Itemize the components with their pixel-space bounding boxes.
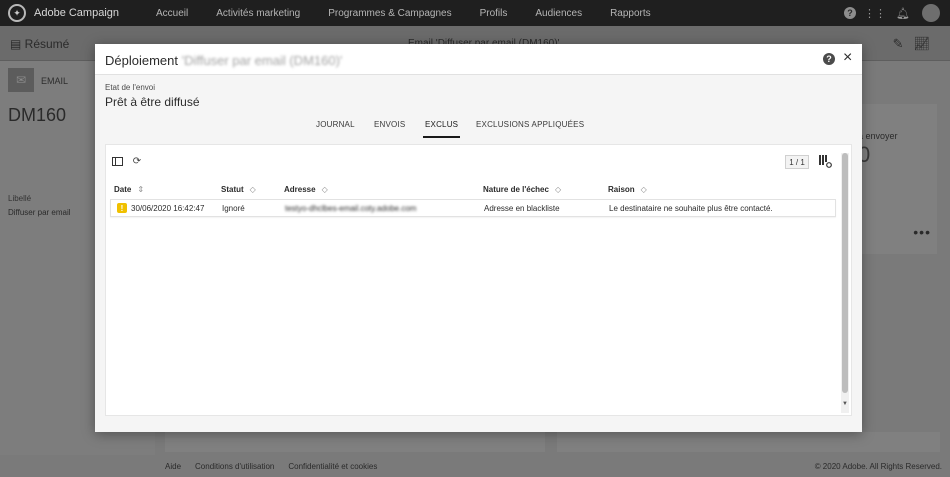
modal-title-name: 'Diffuser par email (DM160)' [181, 53, 343, 68]
edit-icon[interactable]: ✎ [893, 36, 914, 51]
avatar[interactable] [922, 4, 940, 22]
footer-link-conditions[interactable]: Conditions d'utilisation [195, 462, 274, 471]
tab-journal[interactable]: JOURNAL [316, 120, 355, 129]
nav-accueil[interactable]: Accueil [156, 8, 188, 19]
modal-title: Déploiement 'Diffuser par email (DM160)' [105, 53, 342, 68]
sort-icon[interactable]: ◇ [641, 185, 647, 194]
to-send-card: à envoyer 0 ••• [858, 104, 937, 254]
status-value: Prêt à être diffusé [105, 95, 200, 109]
email-channel-icon: ✉ [8, 68, 34, 92]
footer-links: Aide Conditions d'utilisation Confidenti… [165, 462, 391, 471]
cell-adresse: testyo-dhclbes-email.coty.adobe.com [285, 204, 417, 213]
top-icons: ? ⋮⋮ 🔔︎ [834, 4, 940, 22]
tab-exclus[interactable]: EXCLUS [422, 120, 461, 138]
vertical-scrollbar[interactable]: ▼ [841, 153, 849, 413]
modal-title-prefix: Déploiement [105, 53, 178, 68]
cell-nature: Adresse en blackliste [484, 204, 560, 213]
sort-icon[interactable]: ⇕ [137, 185, 144, 194]
column-header-adresse[interactable]: Adresse ◇ [284, 185, 328, 194]
column-header-raison[interactable]: Raison ◇ [608, 185, 647, 194]
sort-icon[interactable]: ◇ [250, 185, 256, 194]
column-header-nature[interactable]: Nature de l'échec ◇ [483, 185, 561, 194]
column-header-date[interactable]: Date ⇕ [114, 185, 144, 194]
more-options-icon[interactable]: ••• [913, 224, 931, 240]
report-chart-icon[interactable]: 📈︎ [913, 36, 940, 51]
modal-header: Déploiement 'Diffuser par email (DM160)'… [95, 44, 862, 75]
main-nav: Accueil Activités marketing Programmes &… [156, 8, 679, 19]
bell-icon[interactable]: 🔔︎ [894, 4, 912, 22]
nav-programmes-campagnes[interactable]: Programmes & Campagnes [328, 8, 451, 19]
footer: Aide Conditions d'utilisation Confidenti… [0, 455, 950, 477]
cell-raison: Le destinataire ne souhaite plus être co… [609, 204, 773, 213]
cell-statut: Ignoré [222, 204, 245, 213]
table-row[interactable]: ! 30/06/2020 16:42:47 Ignoré testyo-dhcl… [110, 199, 836, 217]
exclusions-panel: ⟳ 1 / 1 Date ⇕ Statut ◇ Adresse ◇ Nature de… [105, 144, 852, 416]
status-label: Etat de l'envoi [105, 83, 156, 92]
scroll-thumb[interactable] [842, 153, 848, 393]
bottom-card-right [557, 432, 940, 452]
close-icon[interactable]: × [843, 50, 852, 66]
app-name[interactable]: Adobe Campaign [34, 7, 119, 19]
summary-title[interactable]: ▤ Résumé [10, 37, 69, 51]
help-icon[interactable]: ? [844, 7, 856, 19]
cell-date: 30/06/2020 16:42:47 [131, 204, 205, 213]
header-tools: ✎📈︎ [893, 36, 940, 52]
nav-rapports[interactable]: Rapports [610, 8, 651, 19]
bottom-card-left [165, 432, 545, 452]
label-value: Diffuser par email [8, 208, 71, 217]
footer-link-confidentialite[interactable]: Confidentialité et cookies [288, 462, 377, 471]
scroll-down-arrow-icon[interactable]: ▼ [841, 401, 849, 409]
adobe-campaign-logo-icon[interactable]: ✦ [8, 4, 26, 22]
help-icon[interactable]: ? [823, 53, 835, 65]
tab-exclusions-appliquees[interactable]: EXCLUSIONS APPLIQUÉES [476, 120, 584, 129]
tab-envois[interactable]: ENVOIS [374, 120, 405, 129]
footer-link-aide[interactable]: Aide [165, 462, 181, 471]
nav-profils[interactable]: Profils [480, 8, 508, 19]
to-send-label: à envoyer [858, 131, 898, 141]
pagination[interactable]: 1 / 1 [785, 155, 809, 169]
bottom-cards [165, 432, 940, 454]
deployment-modal: Déploiement 'Diffuser par email (DM160)'… [95, 44, 862, 432]
apps-grid-icon[interactable]: ⋮⋮ [864, 4, 886, 22]
nav-activites-marketing[interactable]: Activités marketing [216, 8, 300, 19]
table-header: Date ⇕ Statut ◇ Adresse ◇ Nature de l'échec… [110, 181, 836, 199]
delivery-code: DM160 [8, 105, 67, 125]
refresh-icon[interactable]: ⟳ [131, 155, 143, 167]
warning-icon: ! [117, 203, 127, 213]
nav-audiences[interactable]: Audiences [535, 8, 582, 19]
sort-icon[interactable]: ◇ [322, 185, 328, 194]
column-header-statut[interactable]: Statut ◇ [221, 185, 256, 194]
top-bar: ✦ Adobe Campaign Accueil Activités marke… [0, 0, 950, 26]
channel-type: EMAIL [41, 76, 69, 86]
modal-tabs: JOURNAL ENVOIS EXCLUS EXCLUSIONS APPLIQU… [95, 117, 862, 139]
label-caption: Libellé [8, 194, 32, 203]
column-settings-icon[interactable] [818, 154, 832, 168]
sort-icon[interactable]: ◇ [555, 185, 561, 194]
copyright: © 2020 Adobe. All Rights Reserved. [814, 462, 942, 471]
panel-toggle-icon[interactable] [111, 155, 123, 167]
